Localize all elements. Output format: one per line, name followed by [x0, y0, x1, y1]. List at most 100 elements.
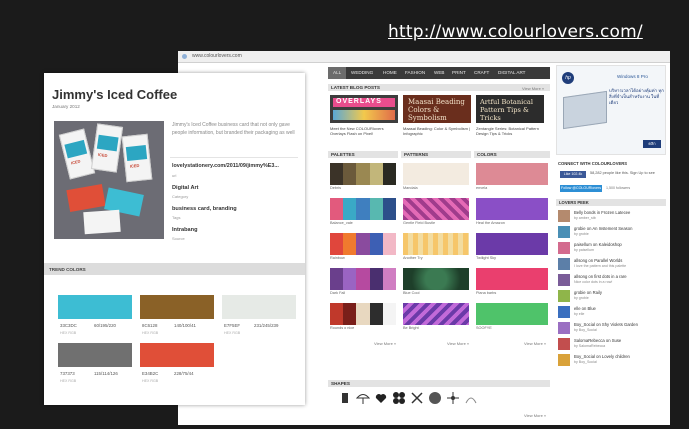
ad-button[interactable]: คลิก [643, 140, 661, 148]
pattern-label[interactable]: Be Bright [403, 326, 419, 330]
url-caption[interactable]: http://www.colourlovers.com/ [388, 22, 643, 42]
pattern-swatch[interactable] [403, 233, 469, 255]
palette-swatch[interactable] [330, 303, 397, 325]
twitter-follow-button[interactable]: Follow @COLOURlovers [560, 185, 602, 192]
peek-item[interactable]: Boy_Social on Shy Violets Garden by Boy_S… [558, 321, 666, 336]
nav-item-home[interactable]: HOME [383, 70, 397, 75]
advertisement[interactable]: hp Windows 8 Pro บริหารเวลาได้อย่างคุ้มค… [556, 65, 666, 155]
palette-label[interactable]: Balance_vale [330, 221, 353, 225]
peek-title: paisellum on Kaleidoshop [574, 242, 622, 247]
blog-thumb-maasai[interactable]: Maasai Beading Colors & Symbolism [403, 95, 471, 123]
trend-swatch[interactable] [140, 295, 214, 319]
peek-item[interactable]: grobie on An Instement Season by grobie [558, 225, 666, 240]
palette-label[interactable]: Debris [330, 186, 341, 190]
meta-tags[interactable]: business card, branding [172, 206, 237, 212]
trend-swatch[interactable] [58, 343, 132, 367]
palette-label[interactable]: Rainbow [330, 256, 345, 260]
shape-star-icon[interactable] [446, 391, 460, 405]
trend-swatch[interactable] [58, 295, 132, 319]
card-source-link[interactable]: lovelystationery.com/2011/09/jimmy%E3... [172, 163, 279, 169]
peek-item[interactable]: SalomaRebecca on Suse by SalomaRebecca [558, 337, 666, 352]
palettes-more-link[interactable]: View More » [374, 341, 396, 346]
patterns-more-link[interactable]: View More » [447, 341, 469, 346]
palette-swatch[interactable] [330, 198, 397, 220]
shape-swirl-icon[interactable] [464, 391, 478, 405]
shape-circle-icon[interactable] [428, 391, 442, 405]
color-swatch[interactable] [476, 163, 548, 185]
color-swatch[interactable] [476, 233, 548, 255]
shapes-more-link[interactable]: View More » [524, 413, 546, 418]
pattern-swatch[interactable] [403, 198, 469, 220]
palette-swatch[interactable] [330, 268, 397, 290]
trend-sub: HEX RGB [142, 379, 159, 383]
meta-category[interactable]: Digital Art [172, 185, 199, 191]
pattern-label[interactable]: Mandala [403, 186, 418, 190]
peek-item[interactable]: paisellum on Kaleidoshop by paisellum [558, 241, 666, 256]
nav-item-web[interactable]: WEB [434, 70, 444, 75]
nav-item-wedding[interactable]: WEDDING [351, 70, 373, 75]
shapes-heading: SHAPES [331, 381, 350, 386]
meta-category-label: Category [172, 194, 189, 199]
nav-item-digital-art[interactable]: DIGITAL ART [498, 70, 525, 75]
color-label[interactable]: Twilight Sky [476, 256, 496, 260]
nav-item-fashion[interactable]: FASHION [405, 70, 425, 75]
facebook-text: 58,282 people like this. Sign Up to see [590, 171, 655, 175]
shape-umbrella-icon[interactable] [355, 391, 371, 405]
peek-thumb [558, 274, 570, 286]
pattern-label[interactable]: Gentle Field Bustle [403, 221, 435, 225]
palette-swatch[interactable] [330, 233, 397, 255]
peek-item[interactable]: elle on Blue by elle [558, 305, 666, 320]
product-image[interactable]: ICED ICED ICED [54, 121, 164, 239]
peek-sub: by elle [574, 312, 585, 316]
peek-sub: by Boy_Social [574, 328, 597, 332]
shape-cross-icon[interactable] [410, 391, 424, 405]
colors-more-link[interactable]: View More » [524, 341, 546, 346]
palette-swatch[interactable] [330, 163, 397, 185]
peek-item[interactable]: grobie on Raily by grobie [558, 289, 666, 304]
pattern-swatch[interactable] [403, 163, 469, 185]
address-bar[interactable]: www.colourlovers.com [178, 51, 670, 63]
blog-more-link[interactable]: View More » [522, 86, 544, 91]
blog-caption[interactable]: Maasai Beading: Color & Symbolism | Info… [403, 126, 471, 136]
peek-title: grobie on Raily [574, 290, 602, 295]
facebook-like-button[interactable]: Like 102.4k [560, 171, 586, 178]
shapes-bar [328, 380, 550, 387]
blog-thumb-overlays[interactable]: OVERLAYS [330, 95, 398, 123]
peek-title: Boy_Social on Lovely children [574, 354, 630, 359]
shape-cylinder-icon[interactable] [338, 391, 352, 405]
shape-flower-icon[interactable] [392, 391, 406, 405]
palette-label[interactable]: Dark Fall [330, 291, 345, 295]
blog-thumb-botanical[interactable]: Artful Botanical Pattern Tips & Tricks [476, 95, 544, 123]
color-swatch[interactable] [476, 303, 548, 325]
nav-item-all[interactable]: ALL [333, 70, 341, 75]
pattern-label[interactable]: Another Try [403, 256, 423, 260]
card-title: Jimmy's Iced Coffee [52, 87, 178, 102]
color-label[interactable]: Piana barbs [476, 291, 496, 295]
color-swatch[interactable] [476, 198, 548, 220]
color-label[interactable]: envela [476, 186, 487, 190]
peek-item[interactable]: Boy_Social on Lovely children by Boy_Soci… [558, 353, 666, 368]
pattern-label[interactable]: Blue Cool [403, 291, 419, 295]
peek-title: Boy_Social on Shy Violets Garden [574, 322, 638, 327]
pattern-swatch[interactable] [403, 268, 469, 290]
pattern-swatch[interactable] [403, 303, 469, 325]
peek-thumb [558, 354, 570, 366]
peek-thumb [558, 258, 570, 270]
trend-rgb: 60/195/220 [94, 323, 116, 328]
nav-item-craft[interactable]: CRAFT [474, 70, 489, 75]
trend-swatch[interactable] [140, 343, 214, 367]
nav-item-print[interactable]: PRINT [452, 70, 466, 75]
peek-item[interactable]: allsong on Parallel Worlds I love the pat… [558, 257, 666, 272]
color-label[interactable]: Heal the Amazon [476, 221, 505, 225]
trend-rgb: 115/114/126 [94, 371, 118, 376]
blog-caption[interactable]: Zentangle Series: Botanical Pattern Desi… [476, 126, 544, 136]
color-swatch[interactable] [476, 268, 548, 290]
color-label[interactable]: SOOFYE [476, 326, 492, 330]
peek-item[interactable]: allsong on first dots in a rare Nice colo… [558, 273, 666, 288]
palette-label[interactable]: Rounds o nice [330, 326, 354, 330]
shape-heart-icon[interactable] [374, 391, 388, 405]
meta-source[interactable]: Intrabang [172, 227, 197, 233]
trend-swatch[interactable] [222, 295, 296, 319]
blog-caption[interactable]: Meet the New COLOURlovers Overlays Flash… [330, 126, 398, 136]
peek-item[interactable]: Belly bonds in Frozen Latecee by amber_st… [558, 209, 666, 224]
